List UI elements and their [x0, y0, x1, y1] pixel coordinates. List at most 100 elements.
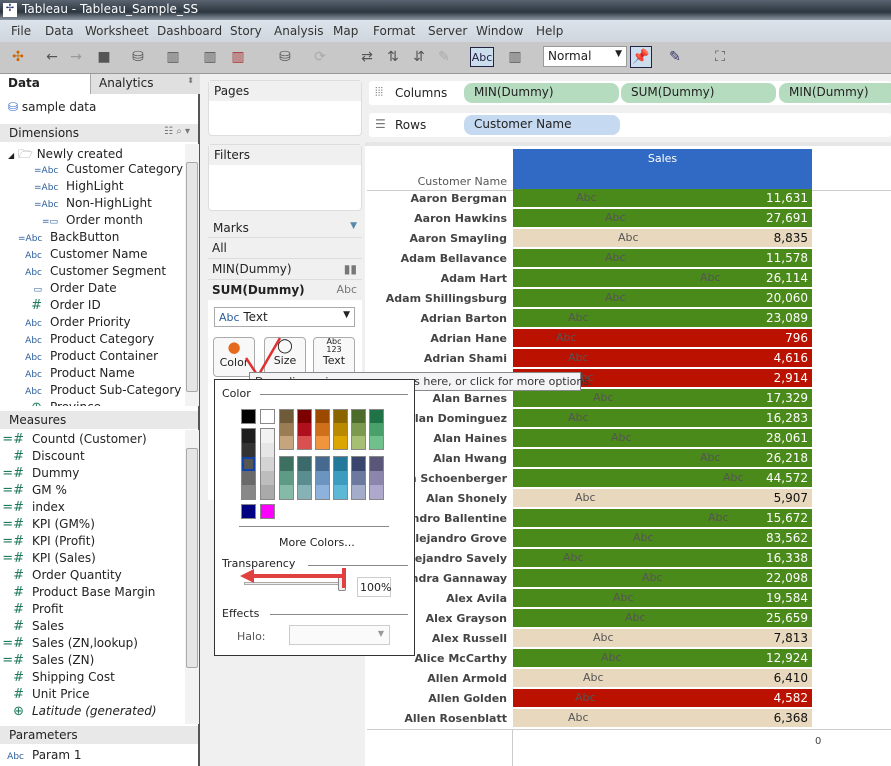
- sort-descending-icon[interactable]: ⇵: [409, 47, 429, 67]
- pages-shelf[interactable]: Pages: [208, 80, 362, 136]
- row-label-customer-name[interactable]: Adrian Hane: [430, 332, 507, 345]
- color-swatch[interactable]: [370, 423, 383, 436]
- row-label-customer-name[interactable]: Alan Hwang: [433, 452, 507, 465]
- color-swatch[interactable]: [242, 505, 255, 518]
- color-swatch-column[interactable]: [315, 409, 330, 450]
- sales-bar-green[interactable]: Abc 23,089: [513, 309, 812, 327]
- color-swatch[interactable]: [280, 457, 293, 471]
- sales-bar-tan[interactable]: Abc 6,410: [513, 669, 812, 687]
- color-swatch-column[interactable]: [241, 428, 256, 500]
- color-swatch[interactable]: [370, 471, 383, 485]
- dimensions-scrollbar[interactable]: [185, 144, 199, 406]
- field-item[interactable]: =Abc HighLight: [34, 179, 124, 196]
- color-swatch[interactable]: [280, 436, 293, 449]
- sales-bar-tan[interactable]: Abc 8,835: [513, 229, 812, 247]
- field-item[interactable]: # Sales: [0, 619, 64, 636]
- row-label-customer-name[interactable]: Allen Rosenblatt: [404, 712, 507, 725]
- color-swatch[interactable]: [261, 485, 274, 499]
- refresh-icon[interactable]: ⟳: [310, 47, 330, 67]
- row-label-customer-name[interactable]: Aaron Hawkins: [414, 212, 507, 225]
- menu-story[interactable]: Story: [230, 24, 262, 38]
- color-swatch-column[interactable]: [241, 409, 256, 424]
- columns-pill[interactable]: SUM(Dummy): [621, 83, 776, 103]
- mark-type-select[interactable]: Abc Text ▼: [214, 307, 355, 327]
- field-item[interactable]: Abc Customer Segment: [18, 264, 166, 281]
- sales-bar-green[interactable]: Abc 44,572: [513, 469, 812, 487]
- color-swatch[interactable]: [242, 443, 255, 457]
- tab-analytics[interactable]: Analytics ⬍: [90, 74, 200, 94]
- field-item[interactable]: Abc Param 1: [0, 748, 81, 765]
- color-swatch[interactable]: [370, 410, 383, 423]
- column-header-sales[interactable]: Sales: [513, 149, 812, 189]
- color-swatch[interactable]: [316, 485, 329, 499]
- field-item[interactable]: =# Countd (Customer): [0, 432, 147, 449]
- row-label-customer-name[interactable]: Adam Bellavance: [401, 252, 507, 265]
- menu-analysis[interactable]: Analysis: [274, 24, 323, 38]
- sales-bar-green[interactable]: Abc 26,218: [513, 449, 812, 467]
- row-label-customer-name[interactable]: Aaron Bergman: [411, 192, 507, 205]
- sales-bar-green[interactable]: Abc 25,659: [513, 609, 812, 627]
- row-label-customer-name[interactable]: Alice McCarthy: [414, 652, 507, 665]
- color-swatch[interactable]: [261, 429, 274, 443]
- menu-server[interactable]: Server: [428, 24, 467, 38]
- duplicate-sheet-icon[interactable]: ▥: [200, 47, 220, 67]
- row-label-customer-name[interactable]: Alan Barnes: [433, 392, 507, 405]
- row-label-customer-name[interactable]: Alejandro Grove: [407, 532, 507, 545]
- row-label-customer-name[interactable]: Adam Shillingsburg: [386, 292, 507, 305]
- pause-updates-icon[interactable]: ⛁: [275, 47, 295, 67]
- color-swatch[interactable]: [352, 436, 365, 449]
- color-swatch[interactable]: [298, 423, 311, 436]
- color-swatch-column[interactable]: [333, 409, 348, 450]
- color-swatch[interactable]: [316, 457, 329, 471]
- row-label-customer-name[interactable]: Allen Golden: [428, 692, 507, 705]
- field-item[interactable]: # Order Quantity: [0, 568, 122, 585]
- color-swatch[interactable]: [261, 410, 274, 423]
- color-swatch[interactable]: [334, 436, 347, 449]
- row-label-customer-name[interactable]: Alex Russell: [432, 632, 507, 645]
- marks-tab-all[interactable]: All: [208, 237, 362, 257]
- color-swatch[interactable]: [261, 457, 274, 471]
- menu-map[interactable]: Map: [333, 24, 358, 38]
- field-item[interactable]: # Product Base Margin: [0, 585, 155, 602]
- field-item[interactable]: =# KPI (GM%): [0, 517, 95, 534]
- color-swatch-column[interactable]: [260, 504, 275, 519]
- sales-bar-green[interactable]: Abc 15,672: [513, 509, 812, 527]
- color-swatch[interactable]: [280, 471, 293, 485]
- marks-tab-sum-dummy[interactable]: SUM(Dummy) Abc: [208, 279, 362, 299]
- color-swatch-column[interactable]: [279, 409, 294, 450]
- field-item[interactable]: ⊕ Province: [18, 400, 101, 406]
- fit-select[interactable]: Normal ▼: [543, 46, 627, 67]
- forward-icon[interactable]: →: [66, 47, 86, 67]
- row-label-customer-name[interactable]: Alan Haines: [433, 432, 507, 445]
- field-item[interactable]: =# index: [0, 500, 65, 517]
- sales-bar-tan[interactable]: Abc 6,368: [513, 709, 812, 727]
- new-datasource-icon[interactable]: ⛁: [128, 47, 148, 67]
- menu-data[interactable]: Data: [45, 24, 74, 38]
- color-swatch-column[interactable]: [279, 456, 294, 500]
- sales-bar-green[interactable]: Abc 28,061: [513, 429, 812, 447]
- columns-pill[interactable]: MIN(Dummy): [464, 83, 619, 103]
- sales-bar-green[interactable]: Abc 22,098: [513, 569, 812, 587]
- field-item[interactable]: ▭ Order Date: [18, 281, 116, 298]
- color-swatch-column[interactable]: [297, 456, 312, 500]
- color-swatch[interactable]: [352, 423, 365, 436]
- datasource-sample-data[interactable]: ⛁ sample data: [8, 100, 96, 117]
- sales-bar-green[interactable]: Abc 17,329: [513, 389, 812, 407]
- field-item[interactable]: =Abc BackButton: [18, 230, 119, 247]
- tableau-icon[interactable]: ✣: [8, 47, 28, 67]
- swap-icon[interactable]: ⇄: [357, 47, 377, 67]
- field-item[interactable]: Abc Order Priority: [18, 315, 130, 332]
- color-swatch[interactable]: [280, 410, 293, 423]
- field-item[interactable]: Abc Customer Name: [18, 247, 147, 264]
- more-colors-button[interactable]: More Colors...: [279, 536, 355, 549]
- measures-scrollbar[interactable]: [185, 430, 199, 724]
- color-swatch-column[interactable]: [351, 456, 366, 500]
- halo-select[interactable]: ▼: [289, 625, 390, 645]
- sales-bar-tan[interactable]: Abc 7,813: [513, 629, 812, 647]
- folder-newly-created[interactable]: ◢ 🗁 Newly created: [8, 145, 123, 162]
- field-item[interactable]: # Profit: [0, 602, 63, 619]
- rows-pill[interactable]: Customer Name: [464, 115, 620, 135]
- field-item[interactable]: =Abc Customer Category: [34, 162, 183, 179]
- sort-ascending-icon[interactable]: ⇅: [383, 47, 403, 67]
- field-item[interactable]: =▭ Order month: [34, 213, 143, 230]
